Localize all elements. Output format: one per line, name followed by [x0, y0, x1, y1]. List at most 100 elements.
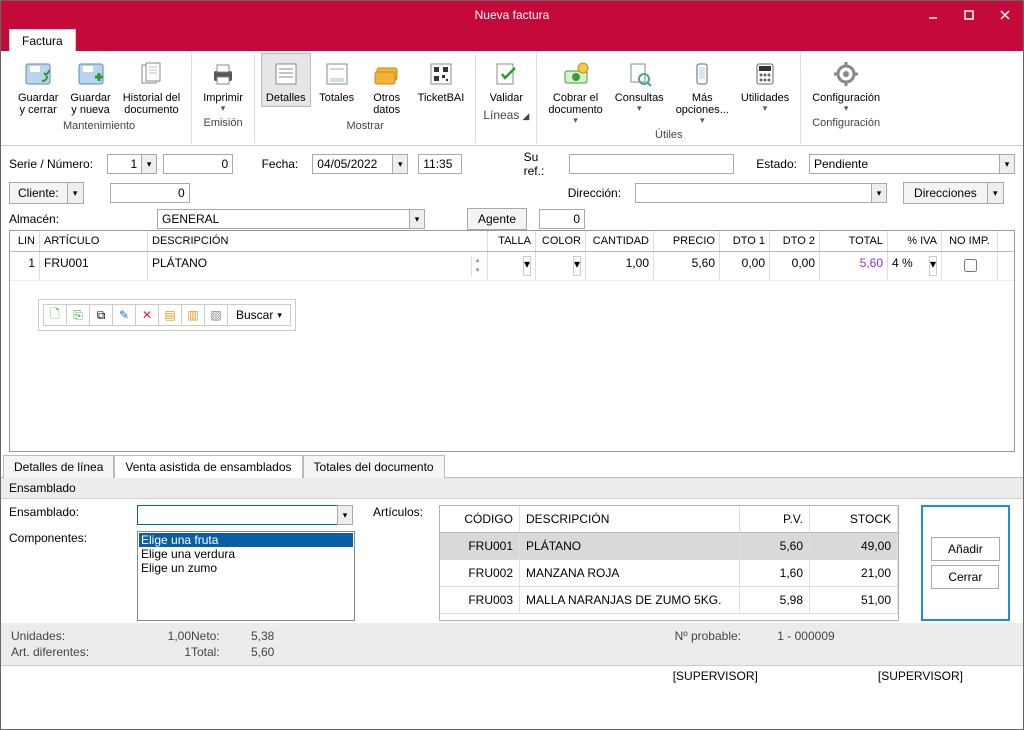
estado-drop[interactable]: ▾ [999, 154, 1015, 174]
cliente-button[interactable]: Cliente: [9, 182, 68, 204]
grid-row[interactable]: 1 FRU001 PLÁTANO ▴▾ ▾ ▾ 1,00 5,60 0,00 0… [10, 252, 1014, 281]
printer-icon [207, 58, 239, 90]
direcciones-button[interactable]: Direcciones [903, 182, 988, 204]
list-item[interactable]: Elige una fruta [139, 533, 353, 547]
mas-opciones-button[interactable]: Másopciones... ▾ [671, 53, 734, 128]
mobile-icon [686, 58, 718, 90]
copy-line-button[interactable]: ⧉ [89, 304, 113, 326]
check-document-icon [490, 58, 522, 90]
status-user-2: [SUPERVISOR] [878, 669, 963, 683]
ribbon-group-emision: Imprimir ▾ Emisión [192, 53, 255, 143]
fecha-input[interactable] [312, 154, 392, 174]
componentes-listbox[interactable]: Elige una fruta Elige una verdura Elige … [137, 531, 355, 621]
serie-input[interactable] [107, 154, 141, 174]
direccion-drop[interactable]: ▾ [871, 183, 887, 203]
save-new-button[interactable]: Guardary nueva [65, 53, 115, 119]
search-button[interactable]: Buscar▾ [227, 304, 291, 326]
detalles-button[interactable]: Detalles [261, 53, 311, 107]
agente-button[interactable]: Agente [467, 208, 527, 230]
chevron-down-icon: ▾ [637, 104, 642, 113]
otros-datos-button[interactable]: Otrosdatos [363, 53, 411, 119]
history-button[interactable]: Historial deldocumento [118, 53, 185, 119]
edit-line-button[interactable]: ✎ [112, 304, 136, 326]
list-item[interactable]: Elige una verdura [139, 547, 353, 561]
chevron-down-icon: ▾ [844, 104, 849, 113]
serie-drop[interactable]: ▾ [141, 154, 157, 174]
consultas-button[interactable]: Consultas ▾ [610, 53, 669, 116]
chevron-down-icon: ▾ [573, 116, 578, 125]
cerrar-button[interactable]: Cerrar [931, 565, 999, 589]
direcciones-drop[interactable]: ▾ [988, 182, 1004, 204]
ribbon-group-mantenimiento: Guardary cerrar Guardary nueva Historial… [7, 53, 192, 143]
document-history-icon [135, 58, 167, 90]
componentes-label: Componentes: [9, 531, 129, 621]
delete-line-button[interactable]: ✕ [135, 304, 159, 326]
floppy-plus-icon [75, 58, 107, 90]
validar-button[interactable]: Validar [482, 53, 530, 107]
tab-factura[interactable]: Factura [9, 29, 76, 52]
ribbon-group-config: Configuración ▾ Configuración [801, 53, 891, 143]
agente-num-input[interactable] [539, 209, 585, 229]
cobrar-button[interactable]: Cobrar eldocumento ▾ [543, 53, 607, 128]
suref-label: Su ref.: [524, 150, 556, 178]
grid-toolbar: 🗋 ⎘ ⧉ ✎ ✕ ▤ ▥ ▧ Buscar▾ [38, 299, 296, 331]
direccion-input[interactable] [635, 183, 871, 203]
calculator-icon [749, 58, 781, 90]
money-icon [560, 58, 592, 90]
utilidades-button[interactable]: Utilidades ▾ [736, 53, 794, 116]
almacen-label: Almacén: [9, 212, 121, 226]
new-line-button[interactable]: 🗋 [43, 304, 67, 326]
anadir-button[interactable]: Añadir [931, 537, 1000, 561]
hora-input[interactable] [418, 154, 462, 174]
maximize-button[interactable] [951, 1, 987, 29]
almacen-input[interactable] [157, 209, 409, 229]
cliente-drop[interactable]: ▾ [68, 182, 84, 204]
app-window: Nueva factura Factura Guardary cerrar [0, 0, 1024, 730]
numero-input[interactable] [163, 154, 233, 174]
totales-button[interactable]: Totales [313, 53, 361, 107]
tab-totales-doc[interactable]: Totales del documento [303, 455, 445, 478]
suref-input[interactable] [569, 154, 734, 174]
direccion-label: Dirección: [568, 186, 621, 200]
ribbon-group-utiles: Cobrar eldocumento ▾ Consultas ▾ Másopci… [537, 53, 801, 143]
tab-detalles-linea[interactable]: Detalles de línea [3, 455, 114, 478]
image-button[interactable]: ▧ [204, 304, 228, 326]
document-header: Serie / Número: ▾ Fecha: ▾ Su ref.: Esta… [1, 146, 1023, 230]
detail-lines-icon [270, 58, 302, 90]
cliente-name-input[interactable] [202, 184, 562, 202]
lower-panel: Detalles de línea Venta asistida de ensa… [1, 454, 1023, 623]
ribbon-group-mostrar: Detalles Totales Otrosdatos TicketBAI Mo… [255, 53, 476, 143]
print-button[interactable]: Imprimir ▾ [198, 53, 248, 116]
minimize-button[interactable] [915, 1, 951, 29]
fecha-drop[interactable]: ▾ [392, 154, 408, 174]
ensamblado-drop[interactable]: ▾ [337, 505, 353, 525]
note-button[interactable]: ▤ [158, 304, 182, 326]
close-button[interactable] [987, 1, 1023, 29]
chevron-down-icon: ▾ [763, 104, 768, 113]
estado-input[interactable] [809, 154, 999, 174]
table-row[interactable]: FRU001 PLÁTANO 5,60 49,00 [440, 533, 898, 560]
ticketbai-button[interactable]: TicketBAI [413, 53, 470, 107]
window-title: Nueva factura [475, 8, 550, 22]
list-item[interactable]: Elige un zumo [139, 561, 353, 575]
desc-spinner[interactable]: ▴▾ [471, 256, 483, 276]
table-row[interactable]: FRU002 MANZANA ROJA 1,60 21,00 [440, 560, 898, 587]
articulos-table: CÓDIGO DESCRIPCIÓN P.V. STOCK FRU001 PLÁ… [439, 505, 899, 621]
ensamblado-select[interactable] [137, 505, 337, 525]
noimp-checkbox[interactable] [964, 259, 977, 272]
tab-venta-asistida[interactable]: Venta asistida de ensamblados [114, 455, 302, 478]
save-close-button[interactable]: Guardary cerrar [13, 53, 63, 119]
status-bar: [SUPERVISOR] [SUPERVISOR] [1, 665, 1023, 686]
almacen-drop[interactable]: ▾ [409, 209, 425, 229]
articulos-label: Artículos: [373, 505, 423, 519]
lines-grid: LIN ARTÍCULO DESCRIPCIÓN TALLA COLOR CAN… [9, 230, 1015, 452]
chevron-down-icon: ▾ [700, 116, 705, 125]
table-row[interactable]: FRU003 MALLA NARANJAS DE ZUMO 5KG. 5,98 … [440, 587, 898, 614]
columns-button[interactable]: ▥ [181, 304, 205, 326]
qr-icon [425, 58, 457, 90]
cliente-num-input[interactable] [110, 183, 190, 203]
serie-label: Serie / Número: [9, 157, 101, 171]
config-button[interactable]: Configuración ▾ [807, 53, 885, 116]
totals-icon [321, 58, 353, 90]
insert-line-button[interactable]: ⎘ [66, 304, 90, 326]
